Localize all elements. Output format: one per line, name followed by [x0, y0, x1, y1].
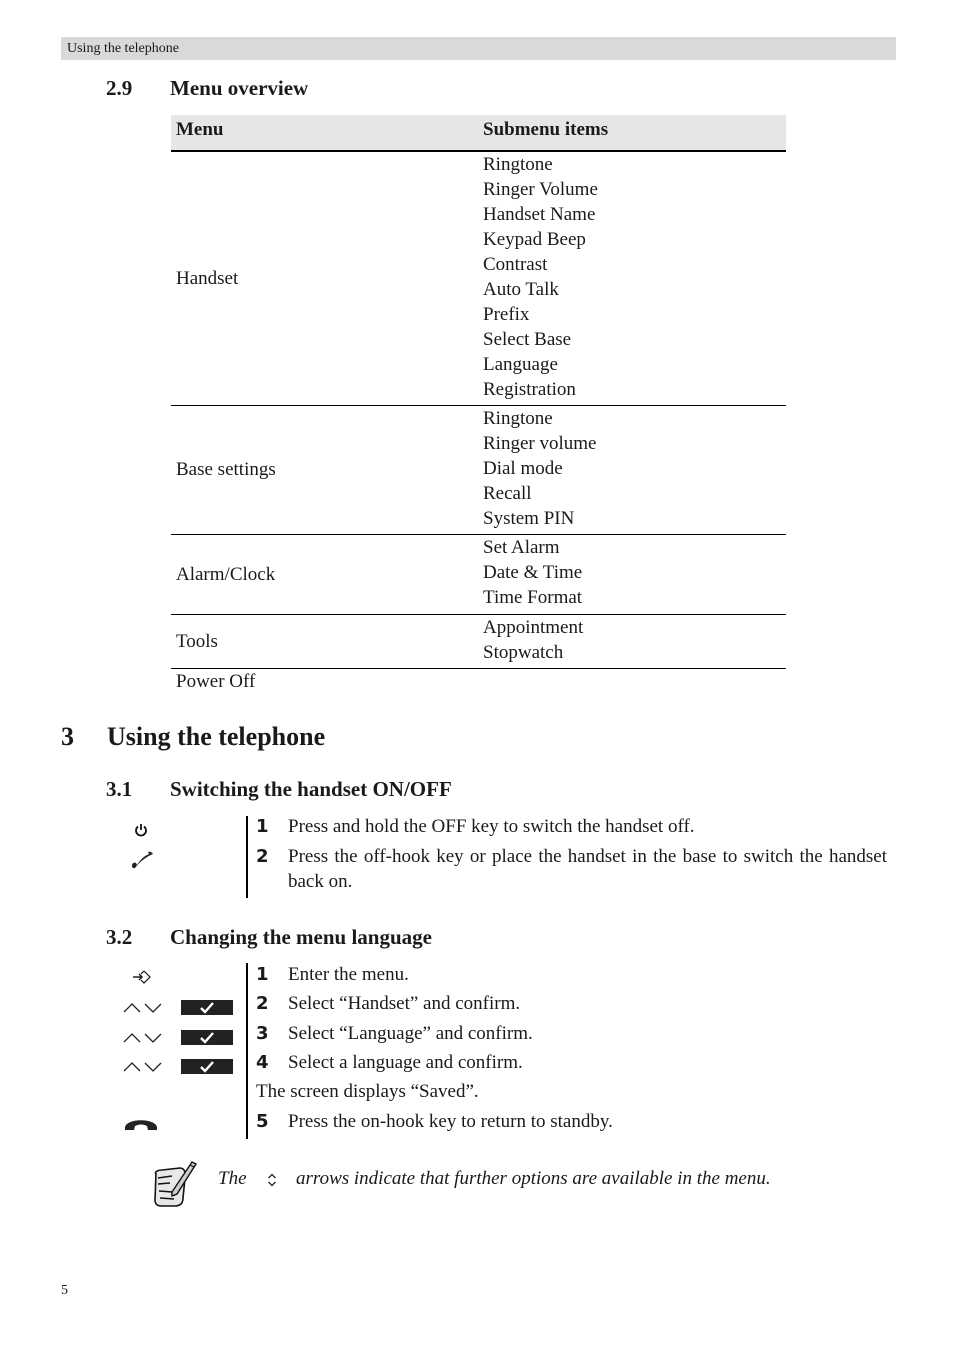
note-text: The arrows indicate that further options…	[218, 1168, 771, 1190]
step-number: 2	[256, 993, 269, 1014]
step-text: Select a language and confirm.	[288, 1052, 523, 1073]
table-row: Tools Appointment Stopwatch	[171, 615, 786, 669]
step-text: Press the on-hook key to return to stand…	[288, 1111, 613, 1132]
section-title: Switching the handset ON/OFF	[170, 777, 452, 801]
step-text: Press and hold the OFF key to switch the…	[288, 816, 695, 837]
submenu-item: Prefix	[483, 304, 530, 325]
up-down-arrows-icon	[123, 1033, 162, 1043]
chapter-title: Using the telephone	[107, 722, 326, 751]
note-box: The arrows indicate that further options…	[150, 1158, 850, 1210]
menu-cell: Tools	[176, 630, 218, 652]
submenu-item: Contrast	[483, 254, 548, 275]
chapter-number: 3	[61, 722, 74, 751]
submenu-item: Registration	[483, 379, 576, 400]
submenu-item: Appointment	[483, 617, 584, 638]
submenu-cell	[483, 669, 786, 695]
submenu-cell: Ringtone Ringer Volume Handset Name Keypad …	[483, 152, 786, 405]
submenu-item: Stopwatch	[483, 642, 564, 663]
power-icon	[135, 824, 147, 837]
submenu-item: Handset Name	[483, 204, 596, 225]
menu-overview-table: Menu Submenu items Handset Ringtone Ringer…	[171, 115, 786, 695]
submenu-item: Language	[483, 354, 558, 375]
step-text: Select “Handset” and confirm.	[288, 993, 521, 1014]
submenu-item: Time Format	[483, 587, 583, 608]
scroll-arrows-icon	[268, 1173, 277, 1187]
menu-cell: Power Off	[176, 671, 256, 692]
step-number: 3	[256, 1023, 269, 1044]
up-down-arrows-icon	[123, 1062, 162, 1072]
checkmark-icon	[200, 1001, 214, 1014]
step-number: 4	[256, 1052, 269, 1073]
submenu-cell: Appointment Stopwatch	[483, 615, 786, 668]
note-pencil-icon	[154, 1161, 198, 1207]
step-number: 1	[256, 816, 269, 837]
step-number: 5	[256, 1111, 269, 1132]
on-hook-phone-icon	[125, 1120, 157, 1130]
menu-cell: Alarm/Clock	[176, 563, 276, 585]
step-text: Press the off-hook key or place the hand…	[288, 846, 887, 892]
ok-key-icon	[181, 1059, 233, 1074]
section-number: 2.9	[106, 76, 133, 100]
table-row: Handset Ringtone Ringer Volume Handset Name…	[171, 152, 786, 406]
step-text: Select “Language” and confirm.	[288, 1023, 533, 1044]
up-down-arrows-icon	[123, 1003, 162, 1013]
note-text-after: arrows indicate that further options are…	[296, 1168, 771, 1189]
menu-cell: Handset	[176, 267, 239, 289]
section-title: Menu overview	[170, 76, 309, 100]
submenu-item: Dial mode	[483, 458, 563, 479]
checkmark-icon	[200, 1060, 214, 1073]
ok-key-icon	[181, 1030, 233, 1045]
submenu-item: Ringer Volume	[483, 179, 598, 200]
step-text: Enter the menu.	[288, 964, 409, 985]
table-header-submenu: Submenu items	[483, 119, 609, 140]
submenu-item: Recall	[483, 483, 532, 504]
submenu-item: Select Base	[483, 329, 572, 350]
submenu-item: Ringtone	[483, 408, 553, 429]
page-number: 5	[61, 1283, 68, 1298]
table-header-row: Menu Submenu items	[171, 115, 786, 152]
step-divider-line	[246, 816, 248, 898]
section-number: 3.2	[106, 925, 133, 949]
section-number: 3.1	[106, 777, 133, 801]
menu-cell: Base settings	[176, 459, 276, 480]
step-number: 2	[256, 846, 269, 867]
checkmark-icon	[200, 1031, 214, 1044]
submenu-cell: Set Alarm Date & Time Time Format	[483, 535, 786, 614]
submenu-item: Set Alarm	[483, 537, 560, 558]
ok-key-icon	[181, 1000, 233, 1015]
running-header: Using the telephone	[61, 37, 896, 60]
step-divider-line	[246, 963, 248, 1139]
off-hook-phone-icon	[132, 851, 153, 869]
menu-enter-icon	[133, 970, 151, 984]
submenu-item: Date & Time	[483, 562, 583, 583]
step-number: 1	[256, 964, 269, 985]
result-text: The screen displays “Saved”.	[256, 1081, 479, 1102]
table-row: Alarm/Clock Set Alarm Date & Time Time Form…	[171, 535, 786, 615]
submenu-item: Auto Talk	[483, 279, 559, 300]
note-text-before: The	[218, 1168, 247, 1189]
table-row: Power Off	[171, 669, 786, 695]
table-row: Base settings Ringtone Ringer volume Dial m…	[171, 406, 786, 535]
submenu-cell: Ringtone Ringer volume Dial mode Recall Syst…	[483, 406, 786, 534]
submenu-item: Keypad Beep	[483, 229, 586, 250]
table-body: Handset Ringtone Ringer Volume Handset Name…	[171, 152, 786, 695]
submenu-item: System PIN	[483, 508, 575, 529]
table-header-menu: Menu	[176, 119, 224, 140]
submenu-item: Ringer volume	[483, 433, 597, 454]
submenu-item: Ringtone	[483, 154, 553, 175]
section-title: Changing the menu language	[170, 925, 432, 949]
